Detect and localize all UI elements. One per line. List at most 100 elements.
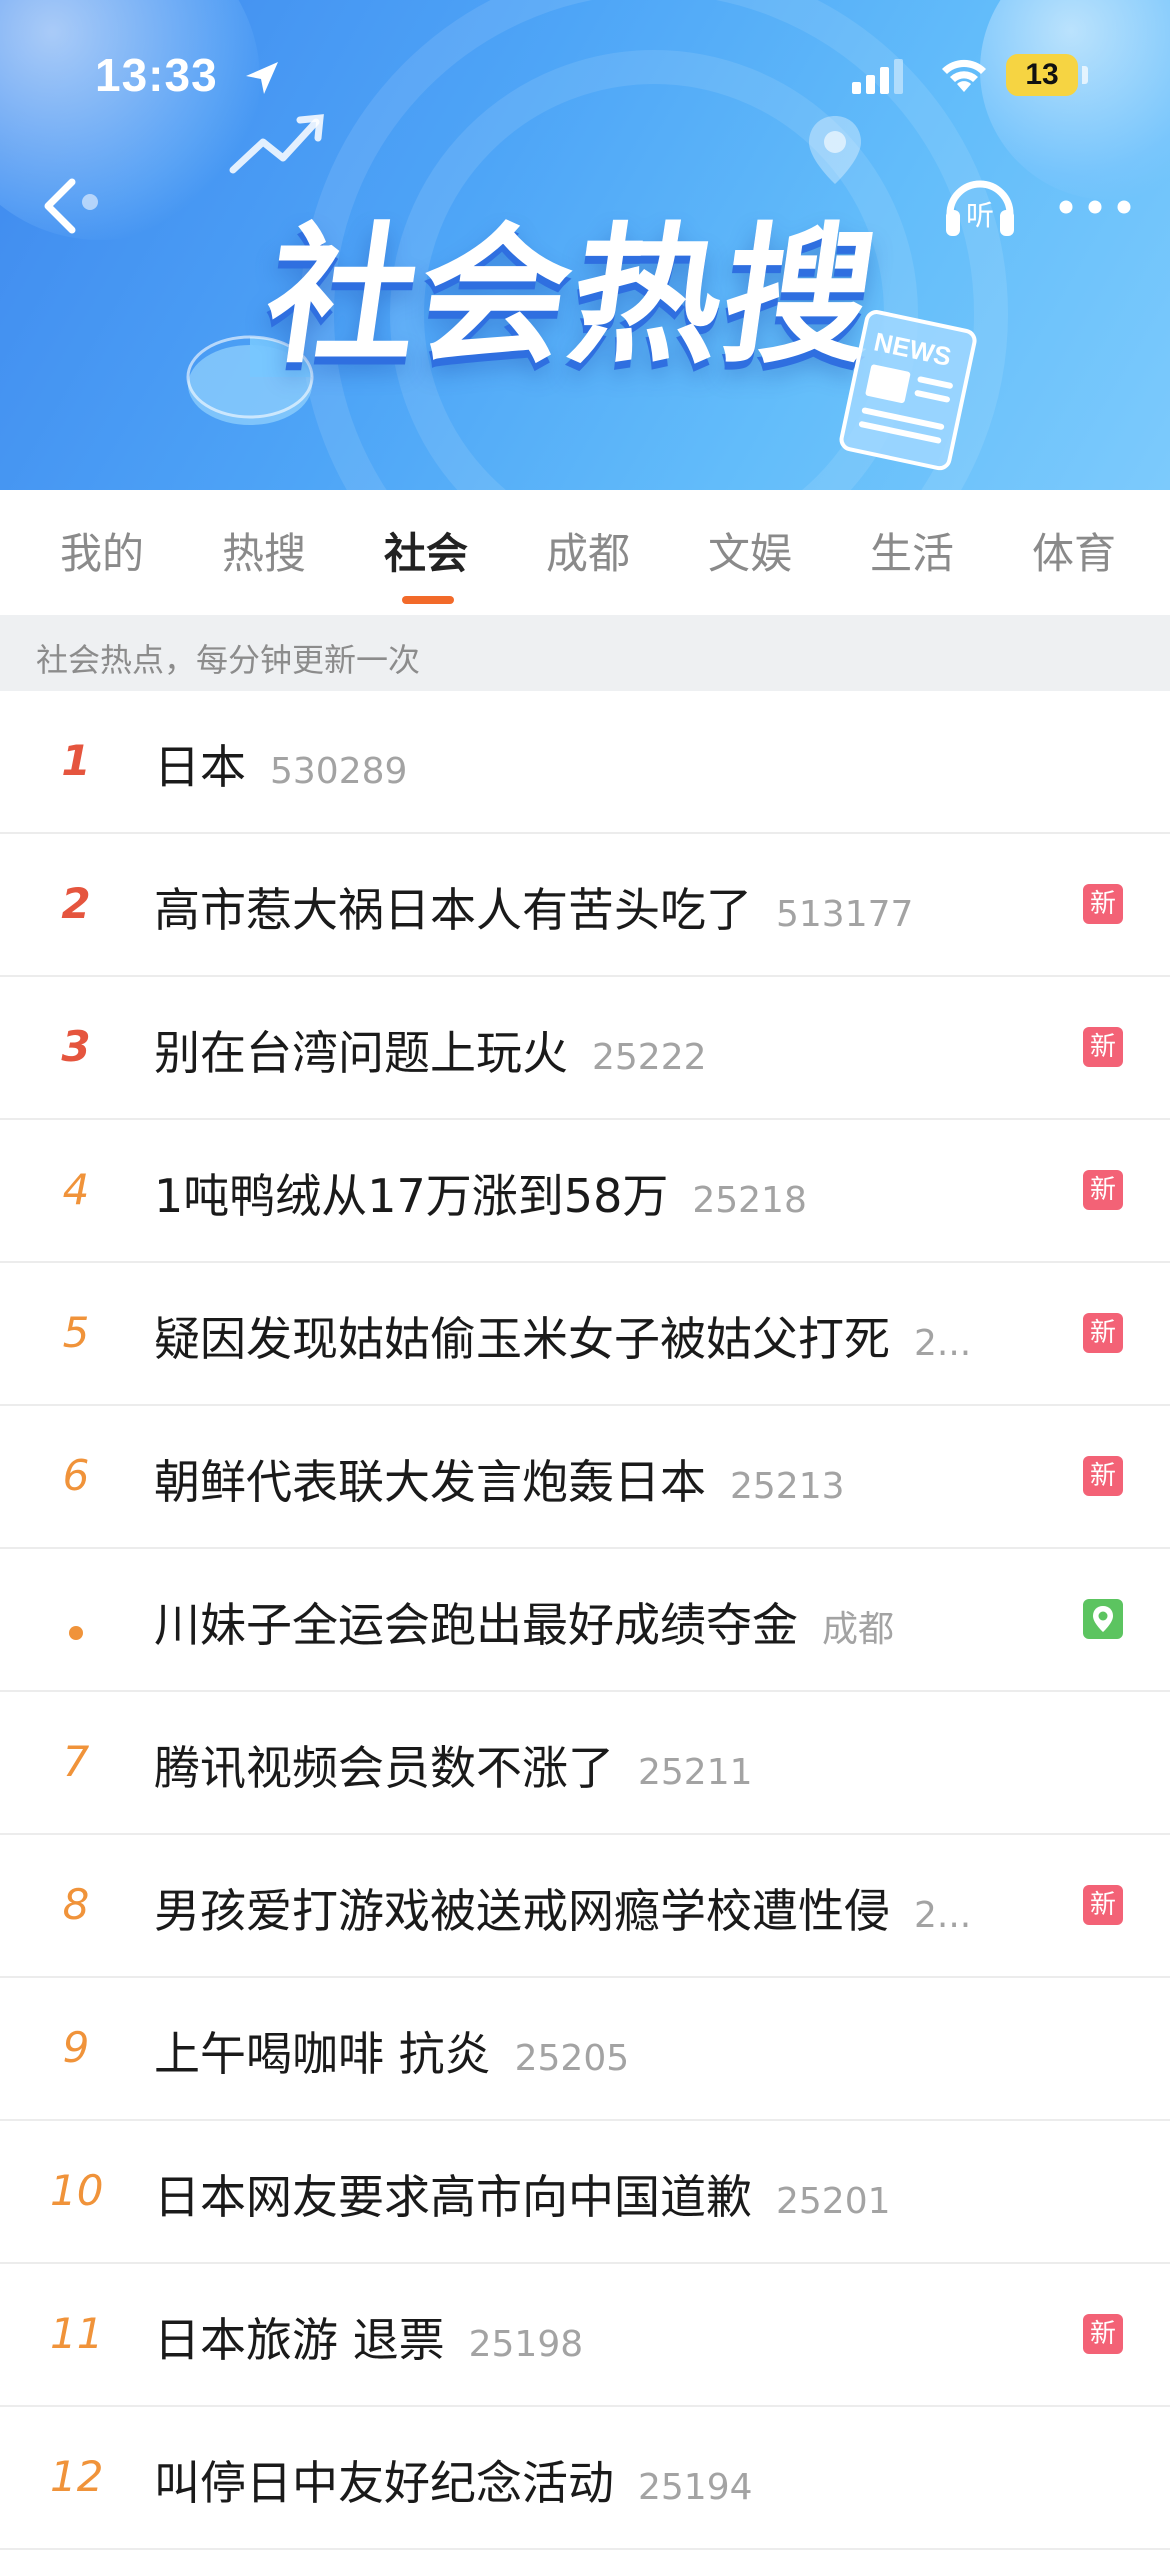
listen-button[interactable]: 听 xyxy=(940,168,1020,248)
rank-number: 11 xyxy=(50,2309,104,2358)
tab-entertainment[interactable]: 文娱 xyxy=(708,520,792,581)
tab-chengdu[interactable]: 成都 xyxy=(546,520,630,581)
topic-title: 叫停日中友好纪念活动 xyxy=(154,2456,614,2510)
hot-search-banner: 13:33 13 社会热搜 NEWS 听 xyxy=(0,0,1170,490)
heat-count: 530289 xyxy=(270,751,408,792)
heat-count: 25198 xyxy=(468,2324,584,2365)
trend-chart-icon xyxy=(229,114,324,174)
list-item[interactable]: 11 日本旅游 退票 25198 新 xyxy=(0,2264,1170,2407)
rank-dot xyxy=(50,1601,102,1650)
topic-title-line: 别在台湾问题上玩火 25222 xyxy=(154,1017,707,1083)
topic-title: 1吨鸭绒从17万涨到58万 xyxy=(154,1169,669,1223)
rank-number: 4 xyxy=(62,1165,90,1214)
topic-title-line: 川妹子全运会跑出最好成绩夺金 成都 xyxy=(154,1589,894,1655)
list-item[interactable]: 8 男孩爱打游戏被送戒网瘾学校遭性侵 2... 新 xyxy=(0,1835,1170,1978)
more-options-button[interactable] xyxy=(1056,190,1134,224)
location-arrow-icon xyxy=(246,62,278,94)
list-item[interactable]: 3 别在台湾问题上玩火 25222 新 xyxy=(0,977,1170,1120)
topic-title-line: 1吨鸭绒从17万涨到58万 25218 xyxy=(154,1160,807,1226)
location-tag: 成都 xyxy=(822,1609,895,1650)
status-time: 13:33 xyxy=(95,49,218,101)
list-item[interactable]: 5 疑因发现姑姑偷玉米女子被姑父打死 2... 新 xyxy=(0,1263,1170,1406)
topic-title-line: 叫停日中友好纪念活动 25194 xyxy=(154,2447,753,2513)
rank-number: 5 xyxy=(62,1308,90,1357)
list-item[interactable]: 2 高市惹大祸日本人有苦头吃了 513177 新 xyxy=(0,834,1170,977)
battery-tip xyxy=(1082,66,1088,84)
tab-sports[interactable]: 体育 xyxy=(1032,520,1116,581)
headphones-icon: 听 xyxy=(946,180,1014,236)
topic-title: 疑因发现姑姑偷玉米女子被姑父打死 xyxy=(154,1312,890,1366)
list-subheader: 社会热点，每分钟更新一次 xyxy=(0,615,1170,691)
heat-count: 25213 xyxy=(730,1466,845,1507)
topic-title: 男孩爱打游戏被送戒网瘾学校遭性侵 xyxy=(154,1884,890,1938)
new-badge: 新 xyxy=(1083,1456,1123,1496)
rank-dot-icon xyxy=(69,1626,83,1640)
topic-title-line: 腾讯视频会员数不涨了 25211 xyxy=(154,1732,753,1798)
topic-title: 日本旅游 退票 xyxy=(154,2313,445,2367)
wifi-icon xyxy=(942,59,986,92)
heat-count: 513177 xyxy=(776,894,914,935)
rank-number: 10 xyxy=(50,2166,104,2215)
topic-title-line: 日本 530289 xyxy=(154,731,407,797)
new-badge: 新 xyxy=(1083,1027,1123,1067)
topic-title: 川妹子全运会跑出最好成绩夺金 xyxy=(154,1598,798,1652)
rank-number: 8 xyxy=(62,1880,90,1929)
topic-title: 别在台湾问题上玩火 xyxy=(154,1026,568,1080)
banner-title: 社会热搜 xyxy=(255,210,889,384)
rank-number: 9 xyxy=(62,2023,90,2072)
topic-title-line: 上午喝咖啡 抗炎 25205 xyxy=(154,2018,629,2084)
category-tabs: 我的 热搜 社会 成都 文娱 生活 体育 xyxy=(0,490,1170,615)
rank-number: 1 xyxy=(61,736,91,785)
topic-title: 上午喝咖啡 抗炎 xyxy=(154,2027,491,2081)
rank-number: 12 xyxy=(50,2452,104,2501)
list-item[interactable]: 12 叫停日中友好纪念活动 25194 xyxy=(0,2407,1170,2550)
rank-number: 6 xyxy=(62,1451,90,1500)
listen-label: 听 xyxy=(966,199,994,232)
list-item[interactable]: 4 1吨鸭绒从17万涨到58万 25218 新 xyxy=(0,1120,1170,1263)
hot-search-list: 1 日本 530289 2 高市惹大祸日本人有苦头吃了 513177 新 3 别在台… xyxy=(0,691,1170,2550)
back-button[interactable] xyxy=(30,170,100,240)
list-item[interactable]: 1 日本 530289 xyxy=(0,691,1170,834)
tab-life[interactable]: 生活 xyxy=(870,520,954,581)
update-note: 社会热点，每分钟更新一次 xyxy=(36,641,421,679)
cellular-signal-icon xyxy=(852,59,903,94)
active-tab-indicator xyxy=(402,596,454,604)
location-badge xyxy=(1083,1599,1123,1639)
battery-level: 13 xyxy=(1006,54,1078,96)
rank-number: 7 xyxy=(62,1737,90,1786)
topic-title: 腾讯视频会员数不涨了 xyxy=(154,1741,614,1795)
topic-title-line: 疑因发现姑姑偷玉米女子被姑父打死 2... xyxy=(154,1303,971,1369)
location-pin-icon xyxy=(1093,1606,1113,1632)
topic-title: 日本 xyxy=(154,740,246,794)
list-item[interactable]: 7 腾讯视频会员数不涨了 25211 xyxy=(0,1692,1170,1835)
newspaper-icon: NEWS xyxy=(839,310,977,471)
tab-society[interactable]: 社会 xyxy=(384,520,468,581)
topic-title: 日本网友要求高市向中国道歉 xyxy=(154,2170,752,2224)
topic-title-line: 日本旅游 退票 25198 xyxy=(154,2304,583,2370)
list-item[interactable]: 9 上午喝咖啡 抗炎 25205 xyxy=(0,1978,1170,2121)
heat-count: 2... xyxy=(914,1895,972,1936)
topic-title-line: 朝鲜代表联大发言炮轰日本 25213 xyxy=(154,1446,845,1512)
new-badge: 新 xyxy=(1083,1170,1123,1210)
tab-hot-search[interactable]: 热搜 xyxy=(222,520,306,581)
new-badge: 新 xyxy=(1083,1885,1123,1925)
heat-count: 25211 xyxy=(638,1752,753,1793)
heat-count: 25218 xyxy=(692,1180,807,1221)
new-badge: 新 xyxy=(1083,2314,1123,2354)
new-badge: 新 xyxy=(1083,884,1123,924)
list-item[interactable]: 川妹子全运会跑出最好成绩夺金 成都 xyxy=(0,1549,1170,1692)
heat-count: 25205 xyxy=(514,2038,630,2079)
topic-title-line: 男孩爱打游戏被送戒网瘾学校遭性侵 2... xyxy=(154,1875,971,1941)
list-item[interactable]: 10 日本网友要求高市向中国道歉 25201 xyxy=(0,2121,1170,2264)
list-item[interactable]: 6 朝鲜代表联大发言炮轰日本 25213 新 xyxy=(0,1406,1170,1549)
rank-number: 3 xyxy=(61,1022,91,1071)
topic-title-line: 日本网友要求高市向中国道歉 25201 xyxy=(154,2161,891,2227)
heat-count: 25201 xyxy=(776,2181,891,2222)
rank-number: 2 xyxy=(61,879,91,928)
heat-count: 25222 xyxy=(592,1037,707,1078)
topic-title: 高市惹大祸日本人有苦头吃了 xyxy=(154,883,752,937)
new-badge: 新 xyxy=(1083,1313,1123,1353)
topic-title-line: 高市惹大祸日本人有苦头吃了 513177 xyxy=(154,874,913,940)
tab-mine[interactable]: 我的 xyxy=(60,520,144,581)
heat-count: 25194 xyxy=(638,2467,753,2508)
